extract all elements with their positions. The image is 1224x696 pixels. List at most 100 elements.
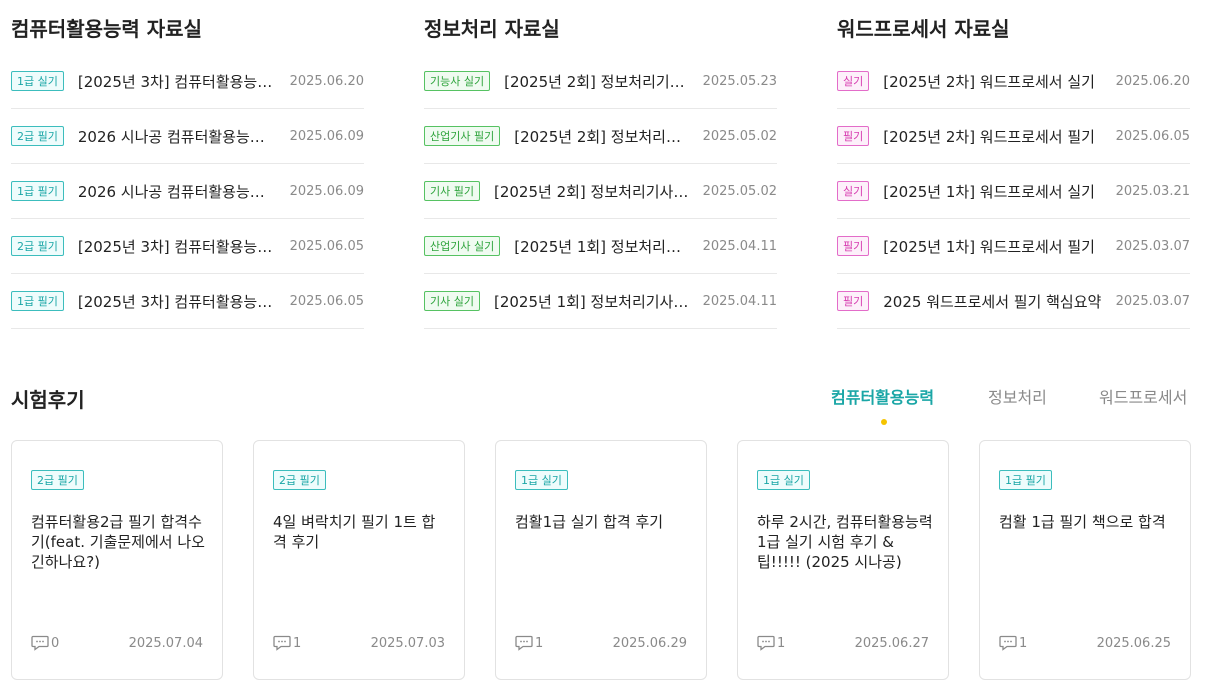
review-card[interactable]: 1급 필기 컴활 1급 필기 책으로 합격 1 2025.06.25 (979, 440, 1191, 680)
review-title[interactable]: 컴퓨터활용2급 필기 합격수기(feat. 기출문제에서 나오긴하나요?) (31, 512, 207, 572)
post-title[interactable]: [2025년 2회] 정보처리기능사 실기 (504, 71, 688, 92)
review-card[interactable]: 1급 실기 하루 2시간, 컴퓨터활용능력 1급 실기 시험 후기 & 팁!!!… (737, 440, 949, 680)
review-date: 2025.06.25 (1096, 636, 1171, 651)
post-date: 2025.03.07 (1115, 238, 1190, 254)
card-footer: 1 2025.06.29 (515, 635, 687, 653)
review-date: 2025.07.04 (128, 636, 203, 651)
list-item[interactable]: 필기 [2025년 2차] 워드프로세서 필기 2025.06.05 (837, 109, 1190, 164)
list-item[interactable]: 2급 필기 2026 시나공 컴퓨터활용능력 2급 필기 2025.06.09 (11, 109, 364, 164)
review-title[interactable]: 4일 벼락치기 필기 1트 합격 후기 (273, 512, 449, 552)
board-list: 기능사 실기 [2025년 2회] 정보처리기능사 실기 2025.05.23 산업… (424, 54, 777, 329)
review-header: 시험후기 컴퓨터활용능력 정보처리 워드프로세서 (11, 385, 1191, 425)
board-list: 실기 [2025년 2차] 워드프로세서 실기 2025.06.20 필기 [2025… (837, 54, 1190, 329)
category-badge: 1급 필기 (11, 181, 64, 201)
category-badge: 산업기사 필기 (424, 126, 501, 146)
review-title[interactable]: 컴활 1급 필기 책으로 합격 (999, 512, 1175, 532)
review-title[interactable]: 컴활1급 실기 합격 후기 (515, 512, 691, 532)
post-date: 2025.06.20 (1115, 73, 1190, 89)
review-card[interactable]: 2급 필기 4일 벼락치기 필기 1트 합격 후기 1 2025.07.03 (253, 440, 465, 680)
post-date: 2025.05.02 (702, 183, 777, 199)
category-badge: 1급 필기 (999, 470, 1052, 490)
review-date: 2025.06.29 (612, 636, 687, 651)
list-item[interactable]: 기능사 실기 [2025년 2회] 정보처리기능사 실기 2025.05.23 (424, 54, 777, 109)
list-item[interactable]: 실기 [2025년 1차] 워드프로세서 실기 2025.03.21 (837, 164, 1190, 219)
post-title[interactable]: [2025년 3차] 컴퓨터활용능력 2급 필기 (78, 236, 276, 257)
comment-icon (273, 635, 291, 651)
category-badge: 1급 실기 (11, 71, 64, 91)
tab-computer[interactable]: 컴퓨터활용능력 (831, 385, 934, 411)
category-badge: 1급 필기 (11, 291, 64, 311)
comment-count: 1 (293, 636, 302, 651)
post-date: 2025.06.09 (289, 183, 364, 199)
post-date: 2025.04.11 (702, 238, 777, 254)
board-list: 1급 실기[2025년 3차] 컴퓨터활용능력 1급 실기2025.06.20 … (11, 54, 364, 329)
column-computer: 컴퓨터활용능력 자료실 1급 실기 [2025년 3차] 컴퓨터활용능력 1급 실… (11, 14, 364, 329)
list-item[interactable]: 산업기사 필기 [2025년 2회] 정보처리산업기사 필기 2025.05.02 (424, 109, 777, 164)
comment-count: 0 (51, 636, 60, 651)
post-title[interactable]: [2025년 1회] 정보처리기사 실기 (494, 291, 689, 312)
column-title[interactable]: 컴퓨터활용능력 자료실 (11, 14, 364, 44)
post-date: 2025.06.05 (289, 238, 364, 254)
post-title[interactable]: [2025년 1차] 워드프로세서 실기 (883, 181, 1101, 202)
post-title[interactable]: [2025년 3차] 컴퓨터활용능력 1급 필기 (78, 291, 276, 312)
post-date: 2025.06.09 (289, 128, 364, 144)
post-date: 2025.05.02 (702, 128, 777, 144)
category-badge: 2급 필기 (273, 470, 326, 490)
list-item[interactable]: 산업기사 실기 [2025년 1회] 정보처리산업기사 실기 2025.04.11 (424, 219, 777, 274)
list-item[interactable]: 1급 실기 [2025년 3차] 컴퓨터활용능력 1급 실기 2025.06.20 (11, 54, 364, 109)
category-badge: 필기 (837, 126, 870, 146)
post-title[interactable]: [2025년 3차] 컴퓨터활용능력 1급 실기 (78, 71, 276, 92)
post-title[interactable]: [2025년 2회] 정보처리산업기사 필기 (514, 126, 688, 147)
post-title[interactable]: [2025년 1회] 정보처리산업기사 실기 (514, 236, 688, 257)
post-title[interactable]: [2025년 2회] 정보처리기사 필기 (494, 181, 689, 202)
review-date: 2025.07.03 (370, 636, 445, 651)
tab-info-processing[interactable]: 정보처리 (988, 385, 1047, 411)
post-title[interactable]: 2026 시나공 컴퓨터활용능력 1급 필기 (78, 181, 276, 202)
column-title[interactable]: 워드프로세서 자료실 (837, 14, 1190, 44)
list-item[interactable]: 2급 필기 [2025년 3차] 컴퓨터활용능력 2급 필기 2025.06.05 (11, 219, 364, 274)
comment-count: 1 (535, 636, 544, 651)
comment-count: 1 (777, 636, 786, 651)
card-footer: 1 2025.07.03 (273, 635, 445, 653)
category-badge: 실기 (837, 71, 870, 91)
comment-icon (999, 635, 1017, 651)
card-footer: 1 2025.06.27 (757, 635, 929, 653)
post-title[interactable]: 2026 시나공 컴퓨터활용능력 2급 필기 (78, 126, 276, 147)
active-tab-indicator (881, 419, 887, 425)
post-title[interactable]: [2025년 2차] 워드프로세서 실기 (883, 71, 1101, 92)
category-badge: 1급 실기 (515, 470, 568, 490)
review-title[interactable]: 하루 2시간, 컴퓨터활용능력 1급 실기 시험 후기 & 팁!!!!! (20… (757, 512, 933, 572)
review-card[interactable]: 1급 실기 컴활1급 실기 합격 후기 1 2025.06.29 (495, 440, 707, 680)
comment-count: 1 (1019, 636, 1028, 651)
post-title[interactable]: [2025년 1차] 워드프로세서 필기 (883, 236, 1101, 257)
post-date: 2025.03.21 (1115, 183, 1190, 199)
tab-wordprocessor[interactable]: 워드프로세서 (1099, 385, 1187, 411)
review-date: 2025.06.27 (854, 636, 929, 651)
list-item[interactable]: 필기 2025 워드프로세서 필기 핵심요약 2025.03.07 (837, 274, 1190, 329)
list-item[interactable]: 실기 [2025년 2차] 워드프로세서 실기 2025.06.20 (837, 54, 1190, 109)
category-badge: 실기 (837, 181, 870, 201)
review-card[interactable]: 2급 필기 컴퓨터활용2급 필기 합격수기(feat. 기출문제에서 나오긴하나… (11, 440, 223, 680)
post-date: 2025.04.11 (702, 293, 777, 309)
category-badge: 2급 필기 (31, 470, 84, 490)
post-date: 2025.06.05 (1115, 128, 1190, 144)
list-item[interactable]: 기사 실기 [2025년 1회] 정보처리기사 실기 2025.04.11 (424, 274, 777, 329)
comment-icon (31, 635, 49, 651)
post-title[interactable]: [2025년 2차] 워드프로세서 필기 (883, 126, 1101, 147)
category-badge: 1급 실기 (757, 470, 810, 490)
category-badge: 2급 필기 (11, 126, 64, 146)
list-item[interactable]: 기사 필기 [2025년 2회] 정보처리기사 필기 2025.05.02 (424, 164, 777, 219)
list-item[interactable]: 1급 필기 2026 시나공 컴퓨터활용능력 1급 필기 2025.06.09 (11, 164, 364, 219)
category-badge: 필기 (837, 236, 870, 256)
column-title[interactable]: 정보처리 자료실 (424, 14, 777, 44)
comment-icon (515, 635, 533, 651)
category-badge: 필기 (837, 291, 870, 311)
post-title[interactable]: 2025 워드프로세서 필기 핵심요약 (883, 291, 1101, 312)
list-item[interactable]: 필기 [2025년 1차] 워드프로세서 필기 2025.03.07 (837, 219, 1190, 274)
post-date: 2025.05.23 (702, 73, 777, 89)
list-item[interactable]: 1급 필기 [2025년 3차] 컴퓨터활용능력 1급 필기 2025.06.05 (11, 274, 364, 329)
category-badge: 산업기사 실기 (424, 236, 501, 256)
section-title: 시험후기 (11, 388, 85, 412)
column-wordprocessor: 워드프로세서 자료실 실기 [2025년 2차] 워드프로세서 실기 2025.06… (837, 14, 1190, 329)
review-cards: 2급 필기 컴퓨터활용2급 필기 합격수기(feat. 기출문제에서 나오긴하나… (11, 440, 1191, 680)
